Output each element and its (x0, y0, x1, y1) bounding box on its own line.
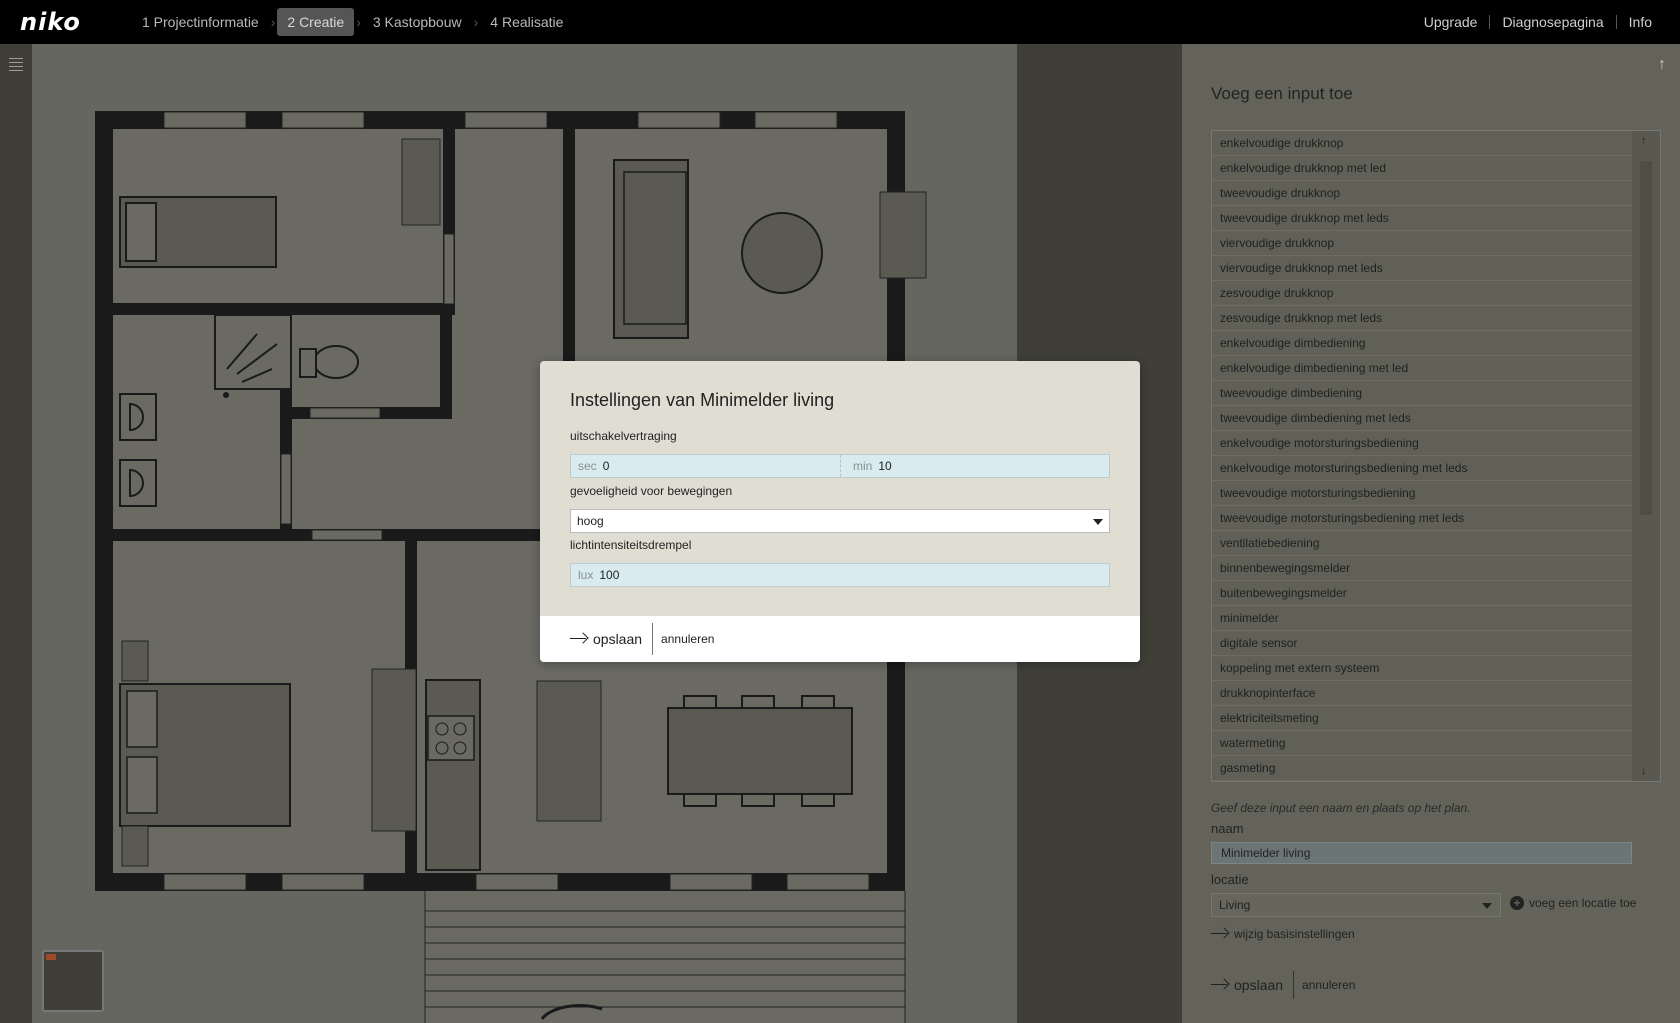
lux-label: lichtintensiteitsdrempel (570, 538, 692, 552)
basic-settings-link[interactable]: wijzig basisinstellingen (1211, 927, 1355, 941)
chevron-right-icon: › (473, 14, 479, 30)
delay-input-group: sec 0 min 10 (570, 454, 1110, 478)
modal-save-button[interactable]: opslaan (570, 623, 654, 655)
step-projectinformatie[interactable]: 1 Projectinformatie (132, 8, 269, 36)
lux-value: 100 (599, 568, 620, 582)
list-item[interactable]: elektriciteitsmeting (1212, 706, 1632, 731)
scrollbar-thumb[interactable] (1640, 161, 1652, 515)
lux-unit: lux (578, 568, 594, 582)
list-item[interactable]: digitale sensor (1212, 631, 1632, 656)
list-item[interactable]: tweevoudige drukknop (1212, 181, 1632, 206)
sensitivity-label: gevoeligheid voor bewegingen (570, 484, 733, 498)
add-location-label: voeg een locatie toe (1529, 896, 1637, 910)
chevron-right-icon: › (270, 14, 276, 30)
list-item[interactable]: koppeling met extern systeem (1212, 656, 1632, 681)
list-item[interactable]: tweevoudige dimbediening (1212, 381, 1632, 406)
info-link[interactable]: Info (1617, 14, 1664, 30)
list-item[interactable]: tweevoudige drukknop met leds (1212, 206, 1632, 231)
scroll-up-icon[interactable]: ↑ (1641, 135, 1647, 147)
diagnose-link[interactable]: Diagnosepagina (1490, 14, 1615, 30)
name-input[interactable]: Minimelder living (1211, 842, 1632, 864)
add-input-panel: ↑ Voeg een input toe enkelvoudige drukkn… (1182, 44, 1680, 1023)
modal-cancel-button[interactable]: annuleren (653, 632, 714, 646)
name-label: naam (1211, 821, 1244, 836)
modal-title: Instellingen van Minimelder living (570, 390, 835, 410)
list-item[interactable]: viervoudige drukknop met leds (1212, 256, 1632, 281)
list-item[interactable]: enkelvoudige drukknop (1212, 131, 1632, 156)
lux-input[interactable]: lux 100 (570, 563, 1110, 587)
list-item[interactable]: zesvoudige drukknop met leds (1212, 306, 1632, 331)
sec-value: 0 (602, 459, 610, 473)
list-item[interactable]: watermeting (1212, 731, 1632, 756)
list-item[interactable]: drukknopinterface (1212, 681, 1632, 706)
step-realisatie[interactable]: 4 Realisatie (480, 8, 573, 36)
delay-label: uitschakelvertraging (570, 429, 677, 443)
top-bar: niko 1 Projectinformatie › 2 Creatie › 3… (0, 0, 1680, 44)
input-type-list[interactable]: enkelvoudige drukknop enkelvoudige drukk… (1211, 130, 1661, 782)
min-value: 10 (878, 459, 892, 473)
chevron-down-icon (1093, 519, 1103, 525)
panel-actions: opslaan annuleren (1211, 971, 1355, 999)
list-item[interactable]: tweevoudige motorsturingsbediening (1212, 481, 1632, 506)
niko-logo[interactable]: niko (20, 8, 132, 36)
list-item[interactable]: gasmeting (1212, 756, 1632, 781)
minimap-thumbnail[interactable] (42, 950, 104, 1012)
list-menu-icon[interactable] (9, 58, 23, 74)
upgrade-link[interactable]: Upgrade (1412, 14, 1490, 30)
arrow-right-icon (1211, 929, 1229, 939)
arrow-up-icon[interactable]: ↑ (1658, 56, 1666, 74)
location-value: Living (1219, 898, 1251, 912)
list-scrollbar[interactable]: ↑ ↓ (1632, 131, 1660, 781)
list-item[interactable]: viervoudige drukknop (1212, 231, 1632, 256)
arrow-right-icon (570, 634, 588, 644)
chevron-down-icon (1482, 903, 1492, 909)
list-item[interactable]: binnenbewegingsmelder (1212, 556, 1632, 581)
plus-circle-icon: + (1510, 896, 1524, 910)
basic-settings-label: wijzig basisinstellingen (1234, 927, 1355, 941)
step-creatie[interactable]: 2 Creatie (277, 8, 355, 36)
left-toolbar (0, 44, 32, 1023)
list-item[interactable]: tweevoudige dimbediening met leds (1212, 406, 1632, 431)
list-item[interactable]: minimelder (1212, 606, 1632, 631)
arrow-right-icon (1211, 980, 1229, 990)
step-kastopbouw[interactable]: 3 Kastopbouw (363, 8, 472, 36)
modal-footer: opslaan annuleren (540, 616, 1140, 662)
top-nav: Upgrade Diagnosepagina Info (1412, 0, 1664, 44)
list-item[interactable]: enkelvoudige dimbediening (1212, 331, 1632, 356)
list-item[interactable]: zesvoudige drukknop (1212, 281, 1632, 306)
sensitivity-select[interactable]: hoog (570, 509, 1110, 533)
modal-save-label: opslaan (593, 631, 643, 647)
sec-unit: sec (578, 459, 597, 473)
chevron-right-icon: › (356, 14, 361, 30)
delay-sec-input[interactable]: sec 0 (571, 455, 840, 477)
list-item[interactable]: ventilatiebediening (1212, 531, 1632, 556)
scroll-down-icon[interactable]: ↓ (1641, 765, 1647, 777)
list-item[interactable]: enkelvoudige dimbediening met led (1212, 356, 1632, 381)
list-item[interactable]: tweevoudige motorsturingsbediening met l… (1212, 506, 1632, 531)
settings-modal: Instellingen van Minimelder living uitsc… (540, 361, 1140, 662)
list-item[interactable]: enkelvoudige motorsturingsbediening met … (1212, 456, 1632, 481)
panel-hint: Geef deze input een naam en plaats op he… (1211, 801, 1471, 815)
location-label: locatie (1211, 872, 1249, 887)
location-select[interactable]: Living (1211, 893, 1501, 917)
list-item[interactable]: enkelvoudige motorsturingsbediening (1212, 431, 1632, 456)
panel-title: Voeg een input toe (1211, 84, 1353, 103)
sensitivity-value: hoog (577, 514, 604, 528)
panel-save-label: opslaan (1234, 977, 1284, 993)
delay-min-input[interactable]: min 10 (840, 455, 1109, 477)
list-item[interactable]: buitenbewegingsmelder (1212, 581, 1632, 606)
list-item[interactable]: enkelvoudige drukknop met led (1212, 156, 1632, 181)
panel-save-button[interactable]: opslaan (1211, 971, 1295, 999)
wizard-steps: 1 Projectinformatie › 2 Creatie › 3 Kast… (132, 0, 573, 44)
panel-cancel-button[interactable]: annuleren (1294, 978, 1355, 992)
min-unit: min (853, 459, 873, 473)
add-location-button[interactable]: + voeg een locatie toe (1510, 896, 1636, 910)
